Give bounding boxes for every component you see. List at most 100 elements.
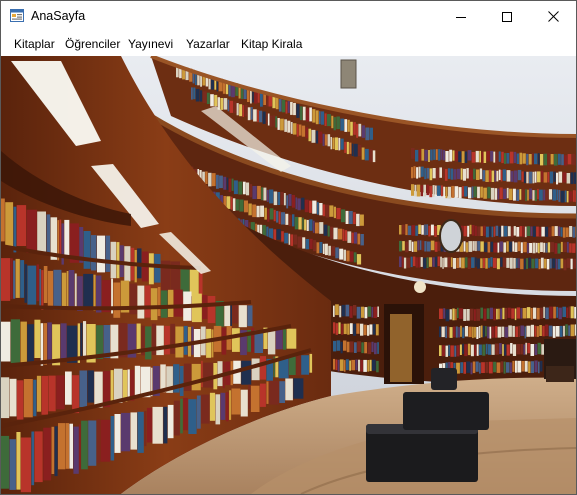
- book-spine: [251, 358, 260, 381]
- title-bar[interactable]: AnaSayfa: [1, 1, 576, 32]
- book-spine: [200, 90, 203, 102]
- book-spine: [51, 426, 55, 474]
- book-spine: [312, 220, 315, 233]
- book-spine: [444, 168, 448, 181]
- book-spine: [349, 323, 353, 334]
- book-spine: [405, 224, 408, 236]
- book-spine: [349, 360, 351, 371]
- book-spine: [191, 293, 202, 323]
- book-spine: [1, 377, 10, 419]
- book-spine: [566, 307, 569, 318]
- book-spine: [520, 344, 523, 355]
- book-spine: [552, 326, 556, 338]
- book-spine: [470, 344, 474, 357]
- menu-item-kitaplar[interactable]: Kitaplar: [14, 37, 55, 51]
- book-spine: [490, 150, 494, 162]
- book-spine: [432, 185, 435, 197]
- book-spine: [376, 360, 379, 373]
- book-spine: [338, 137, 341, 151]
- book-spine: [447, 186, 451, 199]
- book-spine: [519, 189, 522, 200]
- book-spine: [361, 147, 365, 160]
- book-spine: [572, 226, 576, 238]
- book-spine: [263, 187, 267, 201]
- book-spine: [288, 233, 291, 245]
- book-spine: [529, 243, 533, 253]
- book-spine: [486, 308, 490, 319]
- book-spine: [278, 211, 281, 225]
- book-spine: [345, 210, 349, 224]
- book-spine: [77, 276, 83, 311]
- book-spine: [442, 345, 445, 357]
- book-spine: [424, 224, 426, 236]
- menu-item-kitap-kirala[interactable]: Kitap Kirala: [241, 37, 302, 51]
- book-spine: [428, 257, 432, 267]
- book-spine: [526, 258, 528, 269]
- book-spine: [511, 308, 515, 319]
- book-spine: [571, 153, 575, 165]
- book-spine: [260, 205, 264, 217]
- book-spine: [467, 150, 472, 161]
- book-spine: [483, 151, 487, 163]
- book-spine: [479, 344, 482, 356]
- book-spine: [495, 152, 499, 164]
- book-spine: [535, 190, 537, 202]
- book-spine: [540, 170, 544, 182]
- book-spine: [130, 412, 137, 450]
- book-spine: [252, 204, 257, 218]
- book-spine: [426, 257, 429, 268]
- book-spine: [423, 257, 427, 269]
- book-spine: [549, 306, 553, 319]
- book-spine: [24, 264, 27, 303]
- menu-item-ogrenciler[interactable]: Öğrenciler: [65, 37, 120, 51]
- maximize-button[interactable]: [484, 1, 530, 32]
- book-spine: [356, 213, 360, 227]
- book-spine: [459, 308, 463, 319]
- book-spine: [537, 188, 539, 200]
- book-spine: [358, 144, 362, 157]
- minimize-button[interactable]: [438, 1, 484, 32]
- book-spine: [313, 240, 317, 252]
- book-spine: [240, 389, 248, 417]
- book-spine: [526, 307, 531, 319]
- book-spine: [10, 319, 20, 364]
- book-spine: [480, 258, 483, 269]
- book-spine: [435, 149, 438, 160]
- book-spine: [459, 257, 461, 268]
- book-spine: [309, 353, 313, 373]
- book-spine: [348, 211, 353, 224]
- book-spine: [476, 169, 480, 180]
- book-spine: [72, 375, 80, 414]
- book-spine: [81, 420, 88, 470]
- book-spine: [545, 243, 548, 253]
- menu-item-yazarlar[interactable]: Yazarlar: [186, 37, 230, 51]
- book-spine: [516, 258, 518, 268]
- close-button[interactable]: [530, 1, 576, 32]
- book-spine: [540, 154, 544, 166]
- book-spine: [40, 323, 44, 366]
- book-spine: [206, 92, 210, 104]
- book-spine: [150, 288, 158, 321]
- book-spine: [530, 308, 533, 320]
- book-spine: [478, 326, 481, 338]
- book-spine: [114, 368, 123, 403]
- book-spine: [36, 375, 42, 412]
- book-spine: [511, 226, 514, 238]
- book-spine: [220, 98, 223, 110]
- book-spine: [449, 327, 453, 338]
- book-spine: [485, 258, 488, 269]
- book-spine: [463, 225, 467, 237]
- book-spine: [269, 115, 273, 127]
- book-spine: [496, 308, 498, 320]
- book-spine: [302, 217, 304, 230]
- book-spine: [211, 173, 216, 187]
- book-spine: [538, 361, 540, 374]
- book-spine: [292, 123, 297, 135]
- book-spine: [535, 242, 538, 253]
- book-spine: [9, 439, 16, 490]
- menu-item-yayinevi[interactable]: Yayınevi: [128, 37, 173, 51]
- book-spine: [466, 168, 469, 179]
- book-spine: [520, 325, 525, 336]
- book-spine: [351, 143, 354, 156]
- book-spine: [469, 224, 472, 235]
